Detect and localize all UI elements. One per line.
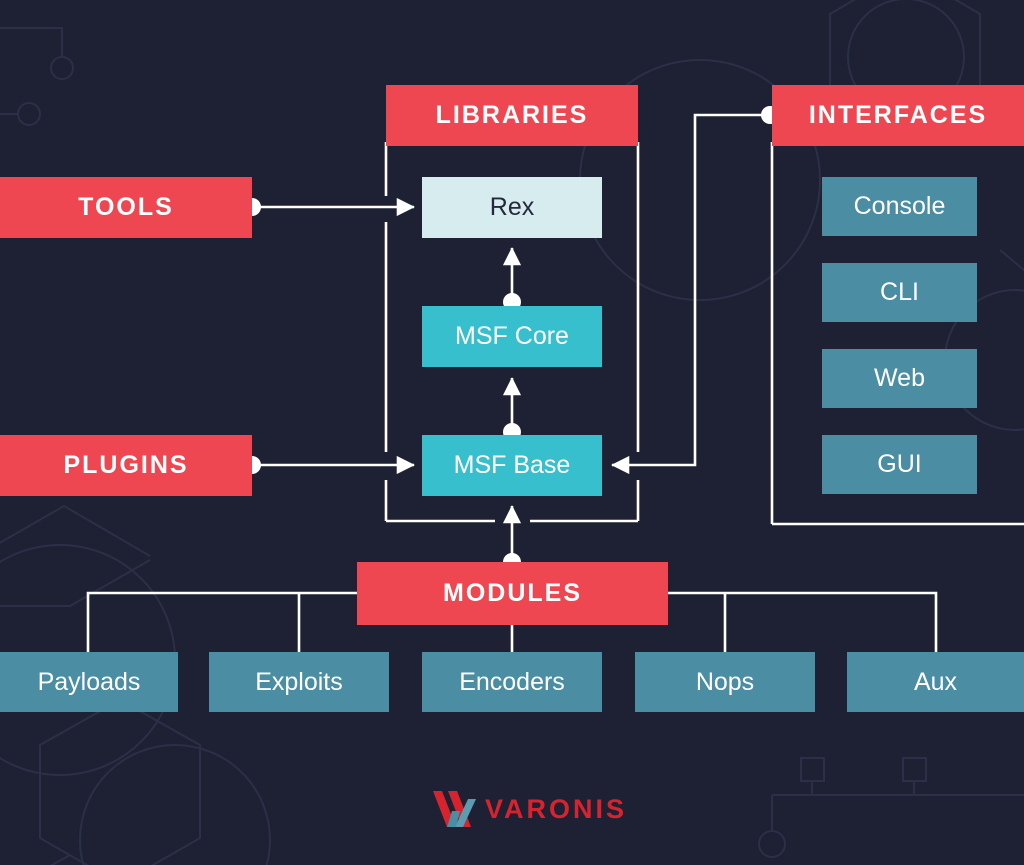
node-exploits[interactable]: Exploits (209, 652, 389, 712)
node-msf-core[interactable]: MSF Core (422, 306, 602, 367)
group-header-plugins[interactable]: PLUGINS (0, 435, 252, 496)
node-gui[interactable]: GUI (822, 435, 977, 494)
group-header-libraries[interactable]: LIBRARIES (386, 85, 638, 146)
node-aux-label: Aux (913, 667, 958, 696)
node-rex-label: Rex (489, 193, 535, 221)
node-exploits-label: Exploits (255, 667, 343, 696)
node-console-label: Console (853, 192, 946, 220)
group-header-interfaces-label: INTERFACES (808, 101, 988, 129)
group-header-interfaces[interactable]: INTERFACES (772, 85, 1024, 146)
node-gui-label: GUI (877, 450, 922, 478)
group-header-modules[interactable]: MODULES (357, 562, 668, 625)
node-aux[interactable]: Aux (847, 652, 1024, 712)
node-console[interactable]: Console (822, 177, 977, 236)
node-payloads-label: Payloads (37, 667, 141, 696)
varonis-logo: VARONIS (430, 788, 624, 830)
node-web-label: Web (874, 364, 925, 392)
node-msf-base-label: MSF Base (453, 451, 571, 479)
diagram-canvas: TOOLS PLUGINS LIBRARIES Rex MSF Core MSF… (0, 0, 1024, 865)
group-header-plugins-label: PLUGINS (63, 451, 189, 479)
node-encoders-label: Encoders (459, 667, 565, 696)
node-web[interactable]: Web (822, 349, 977, 408)
group-header-tools-label: TOOLS (78, 193, 174, 221)
node-payloads[interactable]: Payloads (0, 652, 178, 712)
node-nops[interactable]: Nops (635, 652, 815, 712)
node-encoders[interactable]: Encoders (422, 652, 602, 712)
node-msf-core-label: MSF Core (455, 322, 569, 350)
node-rex[interactable]: Rex (422, 177, 602, 238)
varonis-wordmark: VARONIS (485, 793, 628, 824)
group-header-tools[interactable]: TOOLS (0, 177, 252, 238)
node-cli-label: CLI (880, 278, 919, 306)
varonis-logo-mark (433, 791, 476, 827)
group-header-libraries-label: LIBRARIES (435, 101, 589, 129)
node-cli[interactable]: CLI (822, 263, 977, 322)
node-msf-base[interactable]: MSF Base (422, 435, 602, 496)
node-nops-label: Nops (695, 667, 755, 696)
group-header-modules-label: MODULES (443, 579, 582, 607)
